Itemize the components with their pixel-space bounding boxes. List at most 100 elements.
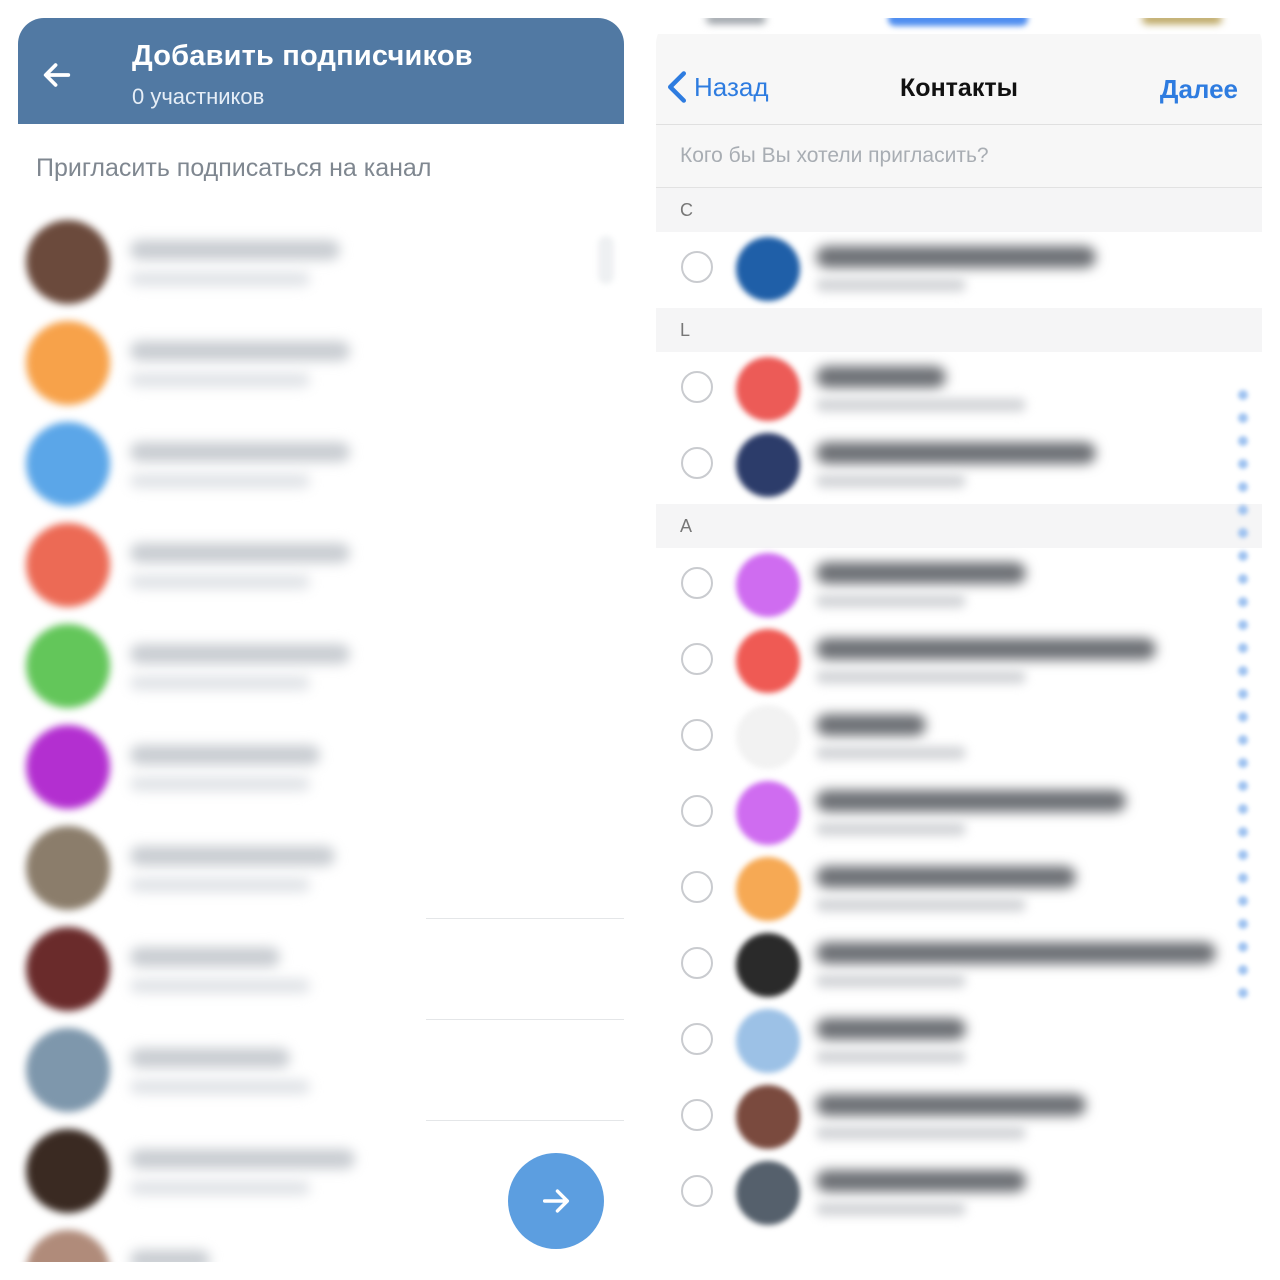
select-radio[interactable] [681,371,713,403]
section-header: C [656,188,1262,232]
index-letter[interactable] [1238,551,1248,561]
index-letter[interactable] [1238,459,1248,469]
contact-row[interactable] [18,515,624,616]
select-radio[interactable] [681,251,713,283]
search-input[interactable]: Кого бы Вы хотели пригласить? [656,125,1262,188]
contact-row[interactable] [656,1004,1262,1080]
select-radio[interactable] [681,643,713,675]
avatar [26,927,110,1011]
select-radio[interactable] [681,871,713,903]
index-letter[interactable] [1238,873,1248,883]
index-letter[interactable] [1238,988,1248,998]
contact-row[interactable] [656,928,1262,1004]
contact-row[interactable] [656,232,1262,308]
contact-row[interactable] [656,852,1262,928]
contact-name-blurred [816,638,1156,660]
avatar [26,1129,110,1213]
contact-row[interactable] [18,616,624,717]
index-letter[interactable] [1238,827,1248,837]
contact-name-blurred [816,366,946,388]
contact-row[interactable] [656,700,1262,776]
contact-row[interactable] [656,548,1262,624]
index-letter[interactable] [1238,965,1248,975]
participants-count: 0 участников [132,84,265,109]
index-letter[interactable] [1238,781,1248,791]
index-letter[interactable] [1238,712,1248,722]
index-letter[interactable] [1238,390,1248,400]
select-radio[interactable] [681,1175,713,1207]
select-radio[interactable] [681,947,713,979]
avatar [26,220,110,304]
next-fab-button[interactable] [508,1153,604,1249]
index-letter[interactable] [1238,597,1248,607]
select-radio[interactable] [681,719,713,751]
index-letter[interactable] [1238,413,1248,423]
index-letter[interactable] [1238,666,1248,676]
index-letter[interactable] [1238,804,1248,814]
contact-row[interactable] [18,414,624,515]
contact-status-blurred [816,398,1026,412]
contact-row[interactable] [18,818,624,919]
select-radio[interactable] [681,567,713,599]
contact-status-blurred [816,974,966,988]
contact-status-blurred [816,474,966,488]
contact-row[interactable] [656,776,1262,852]
select-radio[interactable] [681,795,713,827]
contact-row[interactable] [18,313,624,414]
contact-status-blurred [816,670,1026,684]
contact-row[interactable] [18,212,624,313]
status-time [706,18,766,24]
contact-row[interactable] [656,352,1262,428]
index-letter[interactable] [1238,896,1248,906]
contact-name-blurred [130,341,350,361]
contact-row[interactable] [18,919,624,1020]
index-letter[interactable] [1238,758,1248,768]
index-letter[interactable] [1238,436,1248,446]
index-letter[interactable] [1238,620,1248,630]
index-letter[interactable] [1238,689,1248,699]
avatar [26,422,110,506]
contact-status-blurred [816,746,966,760]
add-subscribers-header: Добавить подписчиков 0 участников [18,18,624,124]
index-letter[interactable] [1238,643,1248,653]
next-button[interactable]: Далее [1160,74,1238,105]
select-radio[interactable] [681,1023,713,1055]
contact-status-blurred [130,373,310,387]
avatar [26,826,110,910]
contact-name-blurred [816,714,926,736]
contact-list: C L А [656,188,1262,1232]
contact-name-blurred [130,1250,210,1262]
index-letter[interactable] [1238,735,1248,745]
index-letter[interactable] [1238,919,1248,929]
contact-status-blurred [816,1126,1026,1140]
avatar [736,237,800,301]
avatar [736,933,800,997]
contact-row[interactable] [656,624,1262,700]
select-radio[interactable] [681,1099,713,1131]
arrow-right-icon [542,1189,570,1213]
select-radio[interactable] [681,447,713,479]
contact-status-blurred [816,278,966,292]
left-screen: Добавить подписчиков 0 участников Пригла… [18,18,624,1262]
contact-name-blurred [816,1170,1026,1192]
avatar [736,1085,800,1149]
contact-name-blurred [816,246,1096,268]
arrow-left-icon[interactable] [40,58,74,92]
avatar [736,1009,800,1073]
contact-row[interactable] [656,1080,1262,1156]
avatar [736,1161,800,1225]
alphabet-index[interactable] [1232,390,1254,1040]
index-letter[interactable] [1238,482,1248,492]
contact-name-blurred [816,562,1026,584]
contact-row[interactable] [18,717,624,818]
contact-row[interactable] [656,428,1262,504]
contact-status-blurred [816,594,966,608]
index-letter[interactable] [1238,528,1248,538]
index-letter[interactable] [1238,505,1248,515]
invite-link-button[interactable]: Пригласить подписаться на канал [18,124,624,212]
contact-row[interactable] [656,1156,1262,1232]
contact-row[interactable] [18,1020,624,1121]
index-letter[interactable] [1238,942,1248,952]
index-letter[interactable] [1238,850,1248,860]
index-letter[interactable] [1238,574,1248,584]
